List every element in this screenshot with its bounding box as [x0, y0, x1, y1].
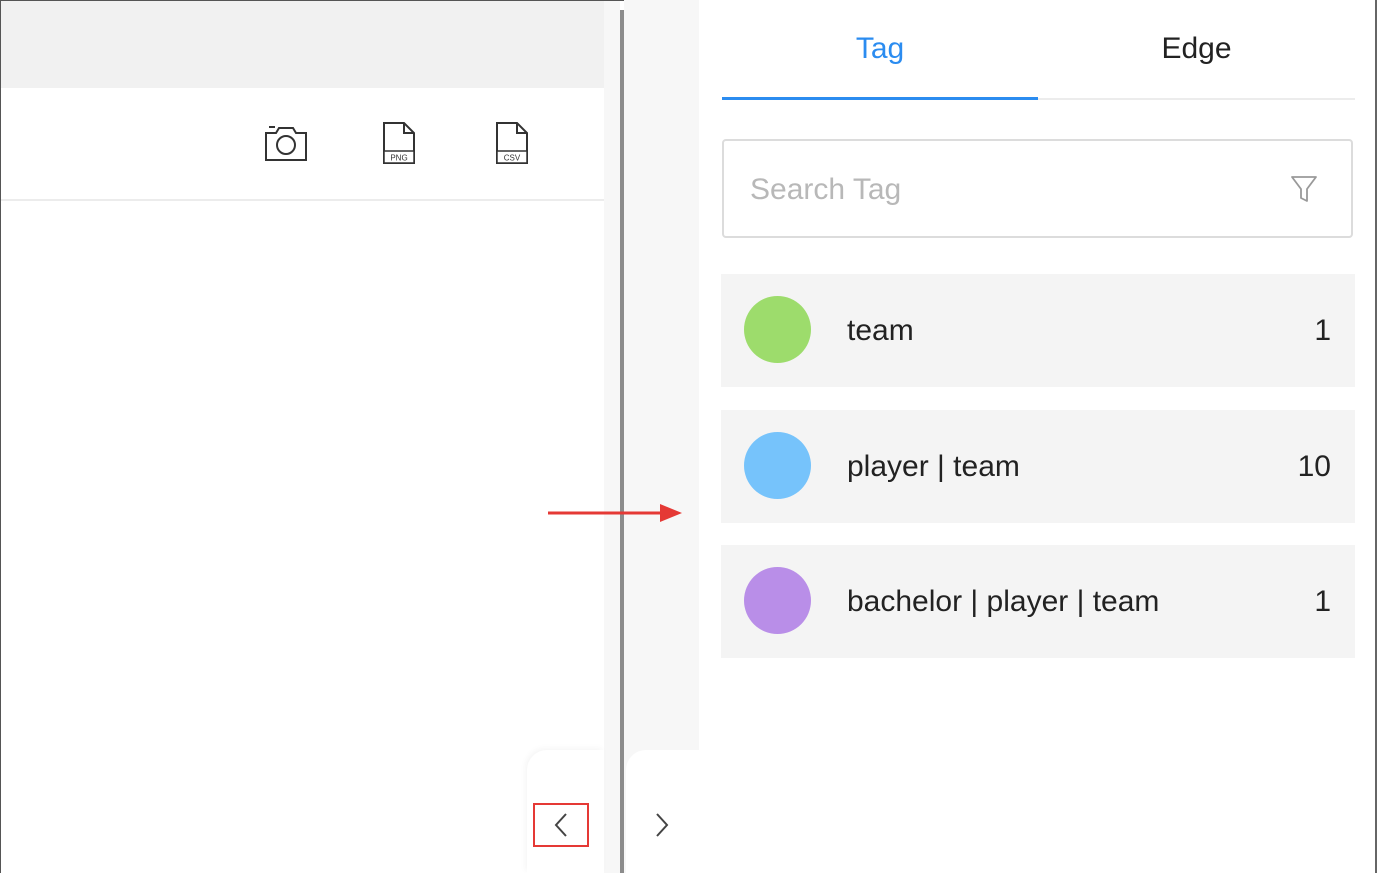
tag-label: team — [847, 314, 914, 347]
right-panel-strip — [624, 0, 699, 873]
chevron-right-icon — [656, 813, 669, 837]
tag-color-dot — [744, 296, 811, 363]
tab-edge[interactable]: Edge — [1038, 0, 1355, 98]
tag-count: 1 — [1314, 585, 1331, 618]
png-export-icon[interactable]: PNG — [376, 120, 422, 166]
camera-icon[interactable] — [263, 120, 309, 166]
tag-label: player | team — [847, 450, 1020, 483]
png-label: PNG — [390, 154, 407, 163]
toolbar-divider — [1, 199, 604, 201]
tag-row-bachelor-player-team[interactable]: bachelor | player | team 1 — [721, 545, 1355, 658]
tab-active-indicator — [722, 97, 1038, 100]
annotation-arrow-icon — [548, 504, 682, 522]
tag-count: 1 — [1314, 314, 1331, 347]
tag-row-player-team[interactable]: player | team 10 — [721, 410, 1355, 523]
chevron-left-icon — [554, 813, 567, 837]
tag-count: 10 — [1297, 450, 1331, 483]
csv-label: CSV — [504, 154, 521, 163]
canvas-header-band — [1, 1, 604, 88]
csv-export-icon[interactable]: CSV — [489, 120, 535, 166]
search-input[interactable] — [748, 163, 1272, 217]
search-box — [722, 139, 1353, 238]
tag-row-team[interactable]: team 1 — [721, 274, 1355, 387]
tab-tag[interactable]: Tag — [722, 0, 1038, 98]
filter-icon[interactable] — [1287, 172, 1321, 206]
tag-color-dot — [744, 432, 811, 499]
pane-gap — [604, 1, 620, 873]
panel-tabs: Tag Edge — [722, 0, 1355, 100]
expand-right-button[interactable] — [640, 803, 684, 847]
tag-color-dot — [744, 567, 811, 634]
tag-label: bachelor | player | team — [847, 585, 1160, 618]
collapse-left-button[interactable] — [533, 803, 589, 847]
